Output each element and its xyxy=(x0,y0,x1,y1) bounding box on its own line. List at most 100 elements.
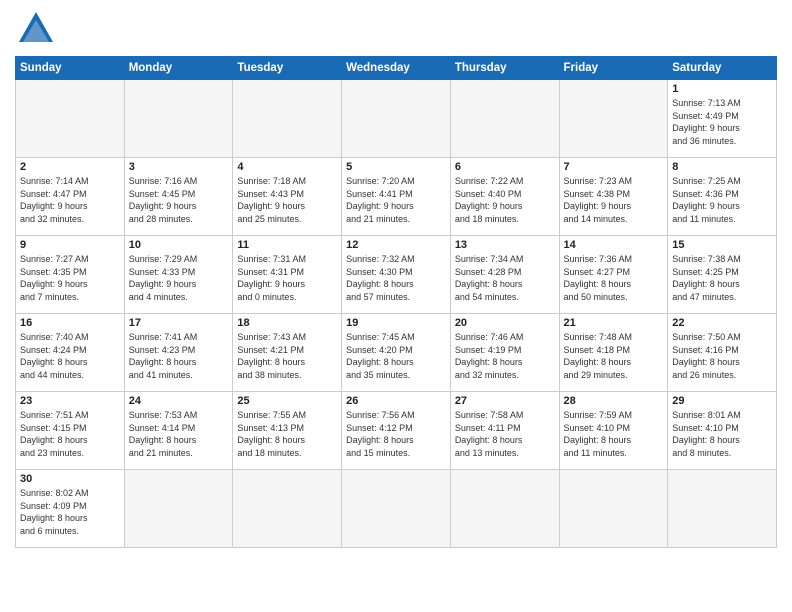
calendar-cell xyxy=(233,80,342,158)
calendar-cell: 26 Sunrise: 7:56 AM Sunset: 4:12 PM Dayli… xyxy=(342,392,451,470)
calendar-cell: 11 Sunrise: 7:31 AM Sunset: 4:31 PM Dayli… xyxy=(233,236,342,314)
calendar-cell: 7 Sunrise: 7:23 AM Sunset: 4:38 PM Daylig… xyxy=(559,158,668,236)
calendar-cell: 12 Sunrise: 7:32 AM Sunset: 4:30 PM Dayli… xyxy=(342,236,451,314)
calendar-cell: 22 Sunrise: 7:50 AM Sunset: 4:16 PM Dayli… xyxy=(668,314,777,392)
calendar-cell: 6 Sunrise: 7:22 AM Sunset: 4:40 PM Daylig… xyxy=(450,158,559,236)
day-number: 22 xyxy=(672,317,772,329)
day-info: Sunrise: 7:51 AM Sunset: 4:15 PM Dayligh… xyxy=(20,409,120,459)
calendar-header-tuesday: Tuesday xyxy=(233,57,342,80)
day-info: Sunrise: 7:13 AM Sunset: 4:49 PM Dayligh… xyxy=(672,97,772,147)
calendar-cell: 9 Sunrise: 7:27 AM Sunset: 4:35 PM Daylig… xyxy=(16,236,125,314)
day-number: 3 xyxy=(129,161,229,173)
day-number: 10 xyxy=(129,239,229,251)
day-info: Sunrise: 7:48 AM Sunset: 4:18 PM Dayligh… xyxy=(564,331,664,381)
day-number: 8 xyxy=(672,161,772,173)
day-info: Sunrise: 7:38 AM Sunset: 4:25 PM Dayligh… xyxy=(672,253,772,303)
day-info: Sunrise: 7:36 AM Sunset: 4:27 PM Dayligh… xyxy=(564,253,664,303)
calendar-cell: 17 Sunrise: 7:41 AM Sunset: 4:23 PM Dayli… xyxy=(124,314,233,392)
day-number: 29 xyxy=(672,395,772,407)
day-info: Sunrise: 8:01 AM Sunset: 4:10 PM Dayligh… xyxy=(672,409,772,459)
calendar-cell xyxy=(342,470,451,548)
day-info: Sunrise: 7:56 AM Sunset: 4:12 PM Dayligh… xyxy=(346,409,446,459)
calendar-cell: 14Sunrise: 7:36 AM Sunset: 4:27 PM Dayli… xyxy=(559,236,668,314)
day-info: Sunrise: 7:18 AM Sunset: 4:43 PM Dayligh… xyxy=(237,175,337,225)
day-number: 2 xyxy=(20,161,120,173)
calendar-cell xyxy=(124,470,233,548)
calendar-cell: 5 Sunrise: 7:20 AM Sunset: 4:41 PM Daylig… xyxy=(342,158,451,236)
logo-icon xyxy=(15,10,57,48)
calendar-cell: 29 Sunrise: 8:01 AM Sunset: 4:10 PM Dayli… xyxy=(668,392,777,470)
day-number: 4 xyxy=(237,161,337,173)
day-number: 19 xyxy=(346,317,446,329)
day-info: Sunrise: 7:41 AM Sunset: 4:23 PM Dayligh… xyxy=(129,331,229,381)
day-info: Sunrise: 7:31 AM Sunset: 4:31 PM Dayligh… xyxy=(237,253,337,303)
calendar-cell xyxy=(342,80,451,158)
calendar-cell: 27 Sunrise: 7:58 AM Sunset: 4:11 PM Dayli… xyxy=(450,392,559,470)
calendar-cell xyxy=(559,470,668,548)
day-number: 23 xyxy=(20,395,120,407)
calendar-cell xyxy=(233,470,342,548)
calendar-cell xyxy=(450,470,559,548)
calendar-cell xyxy=(559,80,668,158)
calendar-cell: 1 Sunrise: 7:13 AM Sunset: 4:49 PM Daylig… xyxy=(668,80,777,158)
calendar-cell: 15 Sunrise: 7:38 AM Sunset: 4:25 PM Dayli… xyxy=(668,236,777,314)
day-info: Sunrise: 7:59 AM Sunset: 4:10 PM Dayligh… xyxy=(564,409,664,459)
day-info: Sunrise: 7:25 AM Sunset: 4:36 PM Dayligh… xyxy=(672,175,772,225)
calendar-header-wednesday: Wednesday xyxy=(342,57,451,80)
calendar-cell: 16 Sunrise: 7:40 AM Sunset: 4:24 PM Dayli… xyxy=(16,314,125,392)
calendar-header-sunday: Sunday xyxy=(16,57,125,80)
day-number: 28 xyxy=(564,395,664,407)
day-number: 12 xyxy=(346,239,446,251)
calendar-cell xyxy=(450,80,559,158)
day-number: 16 xyxy=(20,317,120,329)
calendar-cell: 13Sunrise: 7:34 AM Sunset: 4:28 PM Dayli… xyxy=(450,236,559,314)
calendar-cell: 2Sunrise: 7:14 AM Sunset: 4:47 PM Daylig… xyxy=(16,158,125,236)
day-number: 17 xyxy=(129,317,229,329)
day-number: 7 xyxy=(564,161,664,173)
day-info: Sunrise: 7:58 AM Sunset: 4:11 PM Dayligh… xyxy=(455,409,555,459)
calendar-cell: 21 Sunrise: 7:48 AM Sunset: 4:18 PM Dayli… xyxy=(559,314,668,392)
day-number: 11 xyxy=(237,239,337,251)
day-info: Sunrise: 7:45 AM Sunset: 4:20 PM Dayligh… xyxy=(346,331,446,381)
day-info: Sunrise: 7:53 AM Sunset: 4:14 PM Dayligh… xyxy=(129,409,229,459)
day-number: 30 xyxy=(20,473,120,485)
day-info: Sunrise: 7:40 AM Sunset: 4:24 PM Dayligh… xyxy=(20,331,120,381)
day-info: Sunrise: 7:22 AM Sunset: 4:40 PM Dayligh… xyxy=(455,175,555,225)
day-number: 26 xyxy=(346,395,446,407)
calendar-header-friday: Friday xyxy=(559,57,668,80)
day-number: 27 xyxy=(455,395,555,407)
calendar-cell: 19 Sunrise: 7:45 AM Sunset: 4:20 PM Dayli… xyxy=(342,314,451,392)
calendar-header-saturday: Saturday xyxy=(668,57,777,80)
calendar-cell: 25Sunrise: 7:55 AM Sunset: 4:13 PM Dayli… xyxy=(233,392,342,470)
day-number: 6 xyxy=(455,161,555,173)
day-number: 9 xyxy=(20,239,120,251)
calendar-cell: 10 Sunrise: 7:29 AM Sunset: 4:33 PM Dayli… xyxy=(124,236,233,314)
logo xyxy=(15,10,61,48)
day-info: Sunrise: 7:20 AM Sunset: 4:41 PM Dayligh… xyxy=(346,175,446,225)
day-number: 15 xyxy=(672,239,772,251)
day-info: Sunrise: 7:32 AM Sunset: 4:30 PM Dayligh… xyxy=(346,253,446,303)
calendar-cell: 30 Sunrise: 8:02 AM Sunset: 4:09 PM Dayli… xyxy=(16,470,125,548)
day-number: 25 xyxy=(237,395,337,407)
calendar-cell: 24 Sunrise: 7:53 AM Sunset: 4:14 PM Dayli… xyxy=(124,392,233,470)
day-number: 1 xyxy=(672,83,772,95)
page: SundayMondayTuesdayWednesdayThursdayFrid… xyxy=(0,0,792,612)
day-info: Sunrise: 7:27 AM Sunset: 4:35 PM Dayligh… xyxy=(20,253,120,303)
calendar-cell xyxy=(124,80,233,158)
day-info: Sunrise: 7:16 AM Sunset: 4:45 PM Dayligh… xyxy=(129,175,229,225)
day-info: Sunrise: 7:50 AM Sunset: 4:16 PM Dayligh… xyxy=(672,331,772,381)
calendar-cell: 8 Sunrise: 7:25 AM Sunset: 4:36 PM Daylig… xyxy=(668,158,777,236)
calendar-header-row: SundayMondayTuesdayWednesdayThursdayFrid… xyxy=(16,57,777,80)
day-info: Sunrise: 7:29 AM Sunset: 4:33 PM Dayligh… xyxy=(129,253,229,303)
day-number: 5 xyxy=(346,161,446,173)
day-info: Sunrise: 7:23 AM Sunset: 4:38 PM Dayligh… xyxy=(564,175,664,225)
calendar-cell xyxy=(16,80,125,158)
header xyxy=(15,10,777,48)
day-number: 21 xyxy=(564,317,664,329)
day-number: 24 xyxy=(129,395,229,407)
day-info: Sunrise: 7:43 AM Sunset: 4:21 PM Dayligh… xyxy=(237,331,337,381)
calendar-cell: 4 Sunrise: 7:18 AM Sunset: 4:43 PM Daylig… xyxy=(233,158,342,236)
calendar-cell: 23 Sunrise: 7:51 AM Sunset: 4:15 PM Dayli… xyxy=(16,392,125,470)
day-number: 13 xyxy=(455,239,555,251)
day-info: Sunrise: 8:02 AM Sunset: 4:09 PM Dayligh… xyxy=(20,487,120,537)
